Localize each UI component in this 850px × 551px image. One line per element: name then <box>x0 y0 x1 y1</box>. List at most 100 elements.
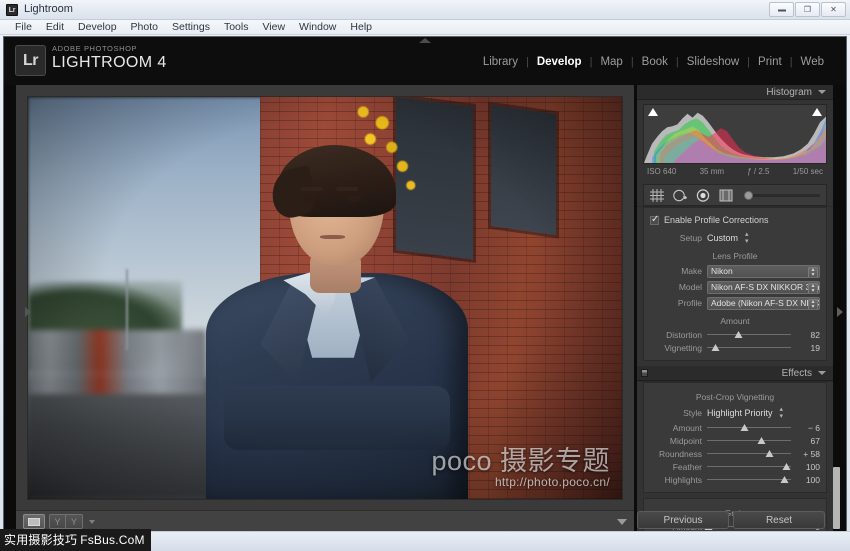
vignette-highlights-knob[interactable] <box>780 475 789 483</box>
topbar-collapse-icon[interactable] <box>419 38 431 43</box>
vignette-roundness-knob[interactable] <box>765 449 774 457</box>
photo-cars <box>28 329 207 394</box>
module-web[interactable]: Web <box>793 55 832 69</box>
lens-profile-select[interactable]: Adobe (Nikon AF-S DX NIKKO... ▴▾ <box>707 296 820 310</box>
toolbar-caret-icon[interactable] <box>89 519 95 524</box>
histogram-panel-header[interactable]: Histogram <box>637 85 833 100</box>
lens-model-stepper-icon[interactable]: ▴ ▾ <box>808 282 818 293</box>
menu-file[interactable]: File <box>8 20 39 34</box>
module-print[interactable]: Print <box>750 55 790 69</box>
left-panel-expand-icon[interactable] <box>25 307 31 317</box>
style-popup-icon[interactable]: ▴ ▾ <box>780 406 784 420</box>
menu-settings[interactable]: Settings <box>165 20 217 34</box>
flagging-toggle[interactable]: Y Y <box>49 514 83 529</box>
distortion-slider[interactable] <box>707 330 791 340</box>
lens-model-select[interactable]: Nikon AF-S DX NIKKOR 35mm... ▴▾ <box>707 280 820 294</box>
module-slideshow[interactable]: Slideshow <box>679 55 747 69</box>
menu-view[interactable]: View <box>255 20 292 34</box>
menu-develop[interactable]: Develop <box>71 20 124 34</box>
photo-preview[interactable]: poco 摄影专题 http://photo.poco.cn/ <box>28 96 622 499</box>
vignette-roundness-value: + 58 <box>803 448 820 459</box>
vignette-roundness-row[interactable]: Roundness + 58 <box>644 447 826 460</box>
distortion-knob[interactable] <box>734 330 743 338</box>
crop-overlay-icon[interactable] <box>650 188 664 202</box>
brush-size-knob[interactable] <box>744 190 753 200</box>
right-panel-scrollbar[interactable] <box>833 467 840 529</box>
module-book[interactable]: Book <box>634 55 676 69</box>
lens-make-stepper-icon[interactable]: ▴ ▾ <box>808 266 818 277</box>
histogram-graph[interactable] <box>643 104 827 164</box>
vignette-amount-knob[interactable] <box>740 423 749 431</box>
menu-help[interactable]: Help <box>343 20 379 34</box>
setup-popup-icon[interactable]: ▴ ▾ <box>745 231 749 245</box>
menu-tools[interactable]: Tools <box>217 20 256 34</box>
flag-pick-icon[interactable]: Y <box>50 515 66 528</box>
image-canvas[interactable]: poco 摄影专题 http://photo.poco.cn/ <box>16 85 634 510</box>
lens-vignetting-row[interactable]: Vignetting 19 <box>644 341 826 354</box>
vignette-midpoint-row[interactable]: Midpoint 67 <box>644 434 826 447</box>
photo-subject-mouth <box>320 235 346 239</box>
loupe-view-icon[interactable] <box>23 514 45 529</box>
histogram-svg <box>644 112 826 163</box>
setup-value[interactable]: Custom <box>707 233 738 243</box>
enable-profile-corrections-checkbox[interactable] <box>650 214 659 225</box>
flag-reject-icon[interactable]: Y <box>66 515 82 528</box>
module-map[interactable]: Map <box>592 55 630 69</box>
lens-vignetting-label: Vignetting <box>664 342 702 353</box>
menu-window[interactable]: Window <box>292 20 343 34</box>
chevron-down-icon[interactable] <box>818 90 826 94</box>
setup-row[interactable]: Setup Custom ▴ ▾ <box>644 229 826 246</box>
module-develop[interactable]: Develop <box>529 55 590 69</box>
style-row[interactable]: Style Highlight Priority ▴ ▾ <box>644 404 826 421</box>
close-button[interactable]: ✕ <box>821 2 846 17</box>
identity-plate: ADOBE PHOTOSHOP LIGHTROOM 4 <box>52 44 167 72</box>
vignette-highlights-value: 100 <box>805 474 820 485</box>
lens-profile-title: Lens Profile <box>712 251 758 261</box>
menu-edit[interactable]: Edit <box>39 20 71 34</box>
vignette-midpoint-knob[interactable] <box>757 436 766 444</box>
vignette-feather-slider[interactable] <box>707 462 791 472</box>
right-panel-expand-icon[interactable] <box>837 307 843 317</box>
lens-make-row[interactable]: Make Nikon ▴ ▾ <box>644 263 826 279</box>
lightroom-window: Lr ADOBE PHOTOSHOP LIGHTROOM 4 Library |… <box>3 36 847 540</box>
chevron-down-icon[interactable] <box>818 371 826 375</box>
lens-make-select[interactable]: Nikon ▴ ▾ <box>707 264 820 278</box>
lens-vignetting-slider[interactable] <box>707 343 791 353</box>
vignette-highlights-slider[interactable] <box>707 475 791 485</box>
module-library[interactable]: Library <box>475 55 526 69</box>
lightroom-content: Lr ADOBE PHOTOSHOP LIGHTROOM 4 Library |… <box>4 37 846 539</box>
minimize-button[interactable] <box>769 2 794 17</box>
spot-removal-icon[interactable] <box>673 189 687 202</box>
effects-panel-switch[interactable] <box>641 369 648 377</box>
lens-model-row[interactable]: Model Nikon AF-S DX NIKKOR 35mm... ▴▾ <box>644 279 826 295</box>
maximize-button[interactable]: ❐ <box>795 2 820 17</box>
vignette-amount-row[interactable]: Amount − 6 <box>644 421 826 434</box>
graduated-filter-icon[interactable] <box>719 189 733 202</box>
effects-panel-header[interactable]: Effects <box>637 366 833 381</box>
lens-vignetting-knob[interactable] <box>711 343 720 351</box>
vignette-feather-knob[interactable] <box>782 462 791 470</box>
style-value[interactable]: Highlight Priority <box>707 408 773 418</box>
adjustment-brush-slider[interactable] <box>744 190 820 200</box>
menu-photo[interactable]: Photo <box>124 20 165 34</box>
vignette-roundness-slider[interactable] <box>707 449 791 459</box>
lens-profile-row[interactable]: Profile Adobe (Nikon AF-S DX NIKKO... ▴▾ <box>644 295 826 311</box>
vignette-roundness-label: Roundness <box>658 448 702 459</box>
vignette-midpoint-value: 67 <box>810 435 820 446</box>
shadow-clipping-icon[interactable] <box>648 108 658 116</box>
lens-make-value: Nikon <box>711 266 733 276</box>
vignette-highlights-row[interactable]: Highlights 100 <box>644 473 826 486</box>
vignette-midpoint-track <box>707 440 791 441</box>
enable-profile-corrections-row[interactable]: Enable Profile Corrections <box>644 212 826 229</box>
reset-button[interactable]: Reset <box>733 511 825 529</box>
lens-profile-stepper-icon[interactable]: ▴ ▾ <box>808 298 818 309</box>
toolbar-hide-icon[interactable] <box>617 518 627 525</box>
vignette-midpoint-slider[interactable] <box>707 436 791 446</box>
distortion-row[interactable]: Distortion 82 <box>644 328 826 341</box>
vignette-amount-slider[interactable] <box>707 423 791 433</box>
photo-subject-arms <box>224 385 450 451</box>
previous-button[interactable]: Previous <box>637 511 729 529</box>
vignette-feather-row[interactable]: Feather 100 <box>644 460 826 473</box>
red-eye-icon[interactable] <box>696 188 710 202</box>
highlight-clipping-icon[interactable] <box>812 108 822 116</box>
